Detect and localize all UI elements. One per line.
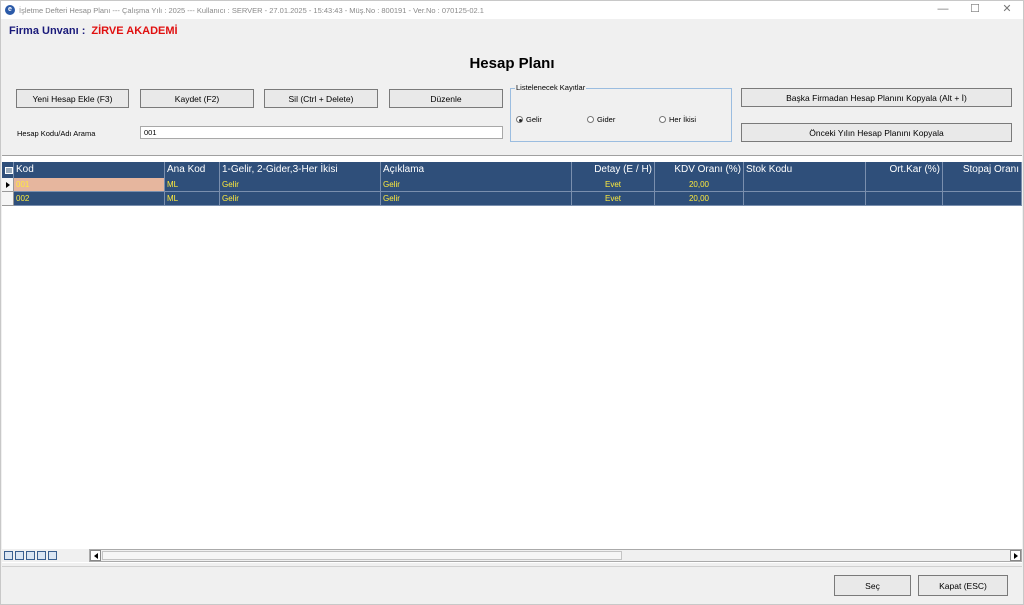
search-label: Hesap Kodu/Adı Arama [17, 129, 96, 138]
col-kod[interactable]: Kod [14, 162, 165, 178]
cell-stopaj[interactable] [943, 192, 1022, 206]
scroll-right-icon[interactable] [1010, 550, 1021, 561]
cell-aciklama[interactable]: Gelir [381, 192, 572, 206]
horizontal-scrollbar[interactable] [89, 549, 1022, 562]
hesap-grid[interactable]: Kod Ana Kod 1-Gelir, 2-Gider,3-Her İkisi… [2, 155, 1022, 563]
duzenle-button[interactable]: Düzenle [389, 89, 503, 108]
app-icon: e [5, 5, 15, 15]
kapat-button[interactable]: Kapat (ESC) [918, 575, 1008, 596]
yeni-hesap-button[interactable]: Yeni Hesap Ekle (F3) [16, 89, 129, 108]
col-ort-kar[interactable]: Ort.Kar (%) [866, 162, 943, 178]
zoom-icon[interactable] [37, 551, 46, 560]
kopyala-yil-button[interactable]: Önceki Yılın Hesap Planını Kopyala [741, 123, 1012, 142]
col-detay[interactable]: Detay (E / H) [572, 162, 655, 178]
cell-stok[interactable] [744, 178, 866, 192]
radio-empty-icon [659, 116, 666, 123]
table-row[interactable]: 002 ML Gelir Gelir Evet 20,00 [2, 192, 1022, 206]
firma-value: ZİRVE AKADEMİ [91, 25, 178, 37]
grid-menu-icon[interactable] [2, 162, 14, 178]
col-ana-kod[interactable]: Ana Kod [165, 162, 220, 178]
cell-ort-kar[interactable] [866, 178, 943, 192]
scroll-left-icon[interactable] [90, 550, 101, 561]
sil-button[interactable]: Sil (Ctrl + Delete) [264, 89, 378, 108]
radio-gider-label: Gider [597, 115, 616, 124]
cell-kdv[interactable]: 20,00 [655, 192, 744, 206]
eye-icon[interactable] [15, 551, 24, 560]
minimize-icon[interactable]: — [927, 1, 959, 19]
col-kdv[interactable]: KDV Oranı (%) [655, 162, 744, 178]
row-indicator[interactable] [2, 192, 14, 206]
col-stok[interactable]: Stok Kodu [744, 162, 866, 178]
cell-ort-kar[interactable] [866, 192, 943, 206]
cell-kdv[interactable]: 20,00 [655, 178, 744, 192]
search-input[interactable] [140, 126, 503, 139]
print-icon[interactable] [48, 551, 57, 560]
row-indicator[interactable] [2, 178, 14, 192]
cell-kod[interactable]: 002 [14, 192, 165, 206]
col-stopaj[interactable]: Stopaj Oranı [943, 162, 1022, 178]
window-title: İşletme Defteri Hesap Planı --- Çalışma … [19, 5, 484, 15]
cell-ana-kod[interactable]: ML [165, 192, 220, 206]
cell-stopaj[interactable] [943, 178, 1022, 192]
col-tip[interactable]: 1-Gelir, 2-Gider,3-Her İkisi [220, 162, 381, 178]
cell-stok[interactable] [744, 192, 866, 206]
radio-selected-icon [516, 116, 523, 123]
radio-empty-icon [587, 116, 594, 123]
radio-her-ikisi[interactable]: Her İkisi [659, 115, 696, 124]
title-bar: e İşletme Defteri Hesap Planı --- Çalışm… [1, 1, 1023, 19]
cell-detay[interactable]: Evet [572, 192, 655, 206]
footer-bar: Seç Kapat (ESC) [2, 566, 1022, 604]
listelenecek-kayitlar-group: Listelenecek Kayıtlar Gelir Gider Her İk… [510, 83, 732, 142]
save-icon[interactable] [4, 551, 13, 560]
table-row[interactable]: 001 ML Gelir Gelir Evet 20,00 [2, 178, 1022, 192]
radio-gelir-label: Gelir [526, 115, 542, 124]
grid-navbar [2, 549, 1022, 562]
kopyala-firma-button[interactable]: Başka Firmadan Hesap Planını Kopyala (Al… [741, 88, 1012, 107]
grid-header: Kod Ana Kod 1-Gelir, 2-Gider,3-Her İkisi… [2, 162, 1022, 178]
cell-kod[interactable]: 001 [14, 178, 165, 192]
radio-her-ikisi-label: Her İkisi [669, 115, 697, 124]
close-icon[interactable]: ✕ [991, 1, 1023, 19]
kaydet-button[interactable]: Kaydet (F2) [140, 89, 254, 108]
radio-gelir[interactable]: Gelir [516, 115, 542, 124]
current-row-icon [6, 182, 10, 188]
filter-icon[interactable] [26, 551, 35, 560]
col-aciklama[interactable]: Açıklama [381, 162, 572, 178]
window-controls: — ☐ ✕ [927, 1, 1023, 19]
radio-gider[interactable]: Gider [587, 115, 615, 124]
maximize-icon[interactable]: ☐ [959, 1, 991, 19]
cell-tip[interactable]: Gelir [220, 178, 381, 192]
cell-detay[interactable]: Evet [572, 178, 655, 192]
main-window: e İşletme Defteri Hesap Planı --- Çalışm… [0, 0, 1024, 605]
scroll-thumb[interactable] [102, 551, 622, 560]
firma-unvani: Firma Unvanı : ZİRVE AKADEMİ [9, 25, 178, 37]
page-title: Hesap Planı [469, 55, 555, 72]
sec-button[interactable]: Seç [834, 575, 911, 596]
firma-label: Firma Unvanı : [9, 25, 86, 37]
cell-ana-kod[interactable]: ML [165, 178, 220, 192]
cell-tip[interactable]: Gelir [220, 192, 381, 206]
cell-aciklama[interactable]: Gelir [381, 178, 572, 192]
group-title: Listelenecek Kayıtlar [515, 83, 587, 92]
